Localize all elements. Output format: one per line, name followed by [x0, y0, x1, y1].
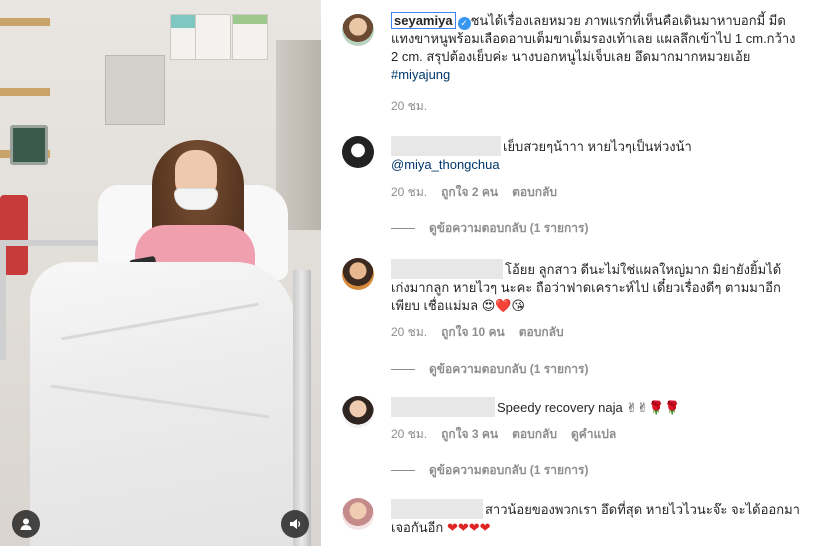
- likes-count[interactable]: ถูกใจ 3 คน: [441, 425, 498, 444]
- avatar[interactable]: [342, 396, 374, 428]
- instagram-post-view: seyamiya ✓ ชนได้เรื่องเลยหมวย ภาพแรกที่เห็…: [0, 0, 814, 546]
- comment-meta: 20 ชม. ถูกใจ 10 คน ตอบกลับ: [391, 323, 564, 342]
- caption-text: seyamiya ✓ ชนได้เรื่องเลยหมวย ภาพแรกที่เห็…: [391, 12, 802, 84]
- translate-button[interactable]: ดูคำแปล: [571, 425, 616, 444]
- medical-monitor: [10, 125, 48, 165]
- comment-body: Speedy recovery naja: [497, 400, 623, 415]
- post-time: 20 ชม.: [391, 99, 428, 113]
- comment-time: 20 ชม.: [391, 427, 428, 441]
- comment-text: สาวน้อยของพวกเรา อึดที่สุด หายไวไวนะจ๊ะ …: [391, 499, 802, 537]
- reply-button[interactable]: ตอบกลับ: [519, 323, 564, 342]
- likes-count[interactable]: ถูกใจ 10 คน: [441, 323, 505, 342]
- divider-line: [391, 228, 415, 229]
- comment-time: 20 ชม.: [391, 185, 428, 199]
- comment-text: โอ้ยย ลูกสาว ดีนะไม่ใช่แผลใหญ่มาก มิย่าย…: [391, 259, 802, 315]
- redacted-username: [391, 397, 495, 417]
- wall-outlet-panel: [105, 55, 165, 125]
- reply-button[interactable]: ตอบกลับ: [512, 425, 557, 444]
- divider-line: [391, 369, 415, 370]
- redacted-username: [391, 259, 503, 279]
- user-icon: [20, 518, 32, 530]
- avatar[interactable]: [342, 14, 374, 46]
- likes-count[interactable]: ถูกใจ 2 คน: [441, 183, 498, 202]
- avatar[interactable]: [342, 258, 374, 290]
- comment-time: 20 ชม.: [391, 325, 428, 339]
- view-replies-label: ดูข้อความตอบกลับ (1 รายการ): [429, 362, 589, 376]
- comments-panel: seyamiya ✓ ชนได้เรื่องเลยหมวย ภาพแรกที่เห็…: [321, 0, 814, 546]
- speaker-icon: [290, 519, 301, 529]
- bed-rail-right: [293, 270, 311, 546]
- verified-badge-icon: ✓: [457, 17, 471, 30]
- view-replies-label: ดูข้อความตอบกลับ (1 รายการ): [429, 463, 589, 477]
- wall-poster: [232, 14, 268, 60]
- sound-toggle-button[interactable]: [281, 510, 309, 538]
- redacted-username: [391, 136, 501, 156]
- view-replies-label: ดูข้อความตอบกลับ (1 รายการ): [429, 221, 589, 235]
- caption-meta: 20 ชม.: [391, 97, 427, 116]
- redacted-username: [391, 499, 483, 519]
- wall-shelf: [0, 88, 50, 96]
- face-mask: [174, 188, 218, 210]
- wall-poster: [195, 14, 231, 60]
- hashtag-link[interactable]: #miyajung: [391, 67, 450, 82]
- mention-link[interactable]: @miya_thongchua: [391, 157, 500, 172]
- comment-text: เย็บสวยๆน้าาา หายไวๆเป็นห่วงน้า @miya_th…: [391, 136, 802, 174]
- comment-emoji: ✌✌🌹🌹: [626, 400, 681, 415]
- comment-meta: 20 ชม. ถูกใจ 2 คน ตอบกลับ: [391, 183, 557, 202]
- view-replies-button[interactable]: ดูข้อความตอบกลับ (1 รายการ): [391, 461, 588, 480]
- view-replies-button[interactable]: ดูข้อความตอบกลับ (1 รายการ): [391, 219, 588, 238]
- view-replies-button[interactable]: ดูข้อความตอบกลับ (1 รายการ): [391, 360, 588, 379]
- reply-button[interactable]: ตอบกลับ: [512, 183, 557, 202]
- avatar[interactable]: [342, 136, 374, 168]
- comment-emoji: 😍❤️😘: [481, 298, 525, 313]
- wall-shelf: [0, 18, 50, 26]
- comment-text: Speedy recovery naja ✌✌🌹🌹: [391, 397, 802, 417]
- avatar[interactable]: [342, 498, 374, 530]
- post-username[interactable]: seyamiya: [391, 12, 456, 29]
- divider-line: [391, 470, 415, 471]
- comment-body: เย็บสวยๆน้าาา หายไวๆเป็นห่วงน้า: [503, 139, 692, 154]
- comment-meta: 20 ชม. ถูกใจ 3 คน ตอบกลับ ดูคำแปล: [391, 425, 616, 444]
- tagged-users-button[interactable]: [12, 510, 40, 538]
- comment-emoji: ❤❤❤❤: [446, 520, 491, 535]
- post-photo[interactable]: [0, 0, 321, 546]
